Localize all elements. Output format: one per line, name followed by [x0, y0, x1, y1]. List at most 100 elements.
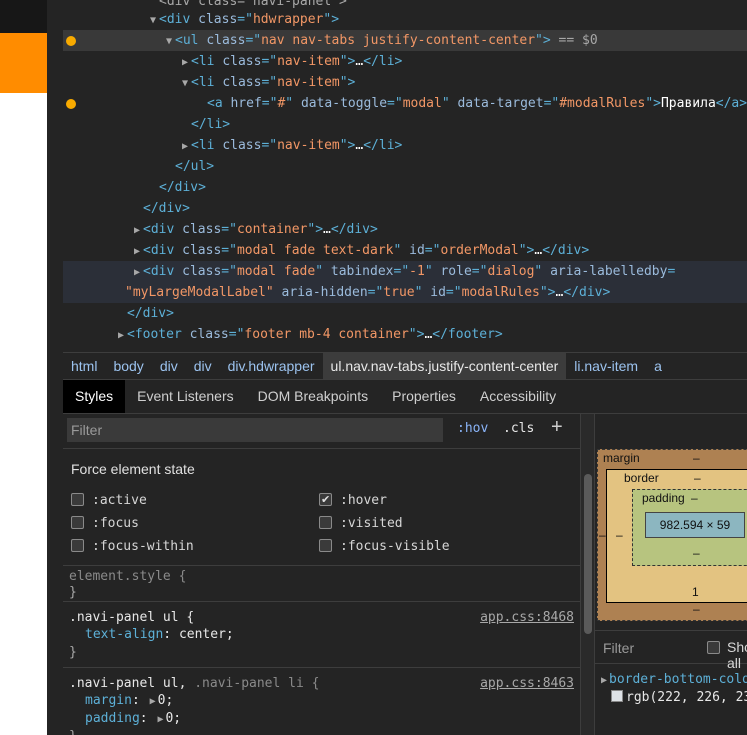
- expand-shorthand-icon[interactable]: ▶: [155, 711, 165, 729]
- css-property-name[interactable]: margin: [69, 693, 132, 708]
- css-property-value[interactable]: 0;: [165, 711, 181, 726]
- expand-node-icon[interactable]: ▶: [115, 325, 127, 346]
- dom-token: =": [261, 75, 278, 90]
- expand-computed-icon[interactable]: ▶: [599, 675, 609, 686]
- dom-node-row[interactable]: </ul>: [63, 156, 747, 177]
- dom-node-row[interactable]: ▶ <li class="nav-item">…</li>: [63, 51, 747, 72]
- checkbox[interactable]: [71, 539, 84, 552]
- dom-token: modal: [402, 96, 442, 111]
- padding-top-value[interactable]: –: [691, 491, 698, 505]
- color-swatch-icon[interactable]: [611, 690, 623, 702]
- css-property-name[interactable]: text-align: [69, 627, 163, 642]
- checkbox[interactable]: [319, 516, 332, 529]
- dom-token: footer mb-4 container: [244, 327, 409, 342]
- expand-node-icon[interactable]: ▶: [131, 262, 143, 283]
- css-property-value[interactable]: center;: [179, 627, 234, 642]
- dom-node-row[interactable]: </div>: [63, 177, 747, 198]
- style-rule-navi-panel-ul[interactable]: .navi-panel ul { app.css:8468 text-align…: [63, 604, 580, 668]
- breadcrumb-item[interactable]: body: [105, 353, 151, 379]
- dom-token: <a: [207, 96, 231, 111]
- computed-property-value: rgb(222, 226, 230): [626, 690, 747, 705]
- cls-toggle-button[interactable]: .cls: [503, 421, 534, 436]
- dom-node-row[interactable]: ▶ <div class="modal fade text-dark" id="o…: [63, 240, 747, 261]
- style-rule-navi-panel-ul-li[interactable]: .navi-panel ul, .navi-panel li { app.css…: [63, 670, 580, 735]
- force-state-hover[interactable]: :hover: [319, 489, 387, 510]
- checkbox-label: :active: [92, 493, 147, 508]
- dom-node-row[interactable]: ▼ <div class="hdwrapper">: [63, 9, 747, 30]
- tab-event-listeners[interactable]: Event Listeners: [125, 380, 246, 413]
- tab-properties[interactable]: Properties: [380, 380, 468, 413]
- box-model-padding[interactable]: padding – – 982.594 × 59: [632, 489, 747, 566]
- styles-scrollbar[interactable]: [580, 414, 594, 735]
- breadcrumb-item[interactable]: div: [152, 353, 186, 379]
- dom-token: <div class="navi-panel">: [159, 0, 347, 9]
- new-style-rule-button[interactable]: +: [551, 416, 563, 439]
- dom-node-row[interactable]: "myLargeModalLabel" aria-hidden="true" i…: [63, 282, 747, 303]
- expand-node-icon[interactable]: ▶: [179, 52, 191, 73]
- border-left-value[interactable]: –: [616, 528, 623, 542]
- expand-node-icon[interactable]: ▶: [131, 220, 143, 241]
- checkbox[interactable]: [71, 493, 84, 506]
- checkbox[interactable]: [71, 516, 84, 529]
- page-header-strip: [0, 0, 47, 33]
- dom-token: data-target: [457, 96, 544, 111]
- expand-shorthand-icon[interactable]: ▶: [148, 693, 158, 711]
- rule-source-link[interactable]: app.css:8468: [480, 609, 574, 627]
- dom-node-row[interactable]: </div>: [63, 198, 747, 219]
- elements-tree: <div class="navi-panel"> ▼ <div class="hdw…: [63, 0, 747, 350]
- border-bottom-value[interactable]: 1: [692, 585, 699, 599]
- tab-styles[interactable]: Styles: [63, 380, 126, 413]
- css-property-value[interactable]: 0;: [158, 693, 174, 708]
- dom-node-row[interactable]: ▶ <footer class="footer mb-4 container">……: [63, 324, 747, 345]
- breadcrumb-item[interactable]: html: [63, 353, 105, 379]
- rule-source-link[interactable]: app.css:8463: [480, 675, 574, 693]
- dom-token: modal fade: [236, 264, 316, 279]
- show-all-checkbox[interactable]: [707, 641, 720, 654]
- box-model-border[interactable]: border – – 1 padding – – 982.594 × 59: [606, 469, 747, 603]
- dom-node-row[interactable]: </div>: [63, 303, 747, 324]
- breadcrumb-item[interactable]: li.nav-item: [566, 353, 646, 379]
- dom-node-row[interactable]: ▶ <li class="nav-item">…</li>: [63, 135, 747, 156]
- checkbox[interactable]: [319, 539, 332, 552]
- computed-filter-input[interactable]: [603, 638, 693, 658]
- padding-bottom-value[interactable]: –: [693, 546, 700, 560]
- margin-top-value[interactable]: –: [693, 451, 700, 465]
- styles-pane: :hov .cls + Force element state :active:…: [63, 414, 580, 735]
- dom-node-row[interactable]: <a href="#" data-toggle="modal" data-tar…: [63, 93, 747, 114]
- scroll-thumb[interactable]: [584, 474, 592, 634]
- dom-node-row[interactable]: ▼ <ul class="nav nav-tabs justify-content…: [63, 30, 747, 51]
- expand-node-icon[interactable]: ▶: [179, 136, 191, 157]
- force-state-focus-within[interactable]: :focus-within: [71, 535, 194, 555]
- margin-left-value[interactable]: –: [599, 528, 606, 542]
- collapse-node-icon[interactable]: ▼: [147, 10, 159, 31]
- border-top-value[interactable]: –: [694, 471, 701, 485]
- breadcrumb-item[interactable]: div.hdwrapper: [220, 353, 323, 379]
- checkbox[interactable]: [319, 490, 332, 510]
- box-model-content[interactable]: 982.594 × 59: [645, 512, 745, 538]
- dom-node-row[interactable]: ▶ <div class="container">…</div>: [63, 219, 747, 240]
- expand-node-icon[interactable]: ▶: [131, 241, 143, 262]
- css-property-name[interactable]: padding: [69, 711, 140, 726]
- force-state-active[interactable]: :active: [71, 489, 147, 509]
- breadcrumb-item[interactable]: div: [186, 353, 220, 379]
- computed-property-row[interactable]: ▶ border-bottom-color: [599, 672, 747, 687]
- hov-toggle-button[interactable]: :hov: [457, 421, 488, 436]
- force-state-focus[interactable]: :focus: [71, 512, 139, 532]
- force-state-focus-visible[interactable]: :focus-visible: [319, 535, 450, 555]
- element-style-rule[interactable]: element.style { }: [63, 566, 580, 602]
- box-model-margin[interactable]: margin – – – border – – 1 padding – – 98…: [597, 449, 747, 621]
- force-state-visited[interactable]: :visited: [319, 512, 403, 532]
- tab-dom-breakpoints[interactable]: DOM Breakpoints: [246, 380, 380, 413]
- margin-bottom-value[interactable]: –: [693, 602, 700, 616]
- dom-node-row[interactable]: </li>: [63, 114, 747, 135]
- dom-node-row[interactable]: ▼ <li class="nav-item">: [63, 72, 747, 93]
- styles-filter-input[interactable]: [67, 418, 443, 442]
- devtools-divider[interactable]: [47, 0, 63, 735]
- breadcrumb-item[interactable]: ul.nav.nav-tabs.justify-content-center: [322, 353, 567, 379]
- dom-node-row[interactable]: ▶ <div class="modal fade" tabindex="-1" r…: [63, 261, 747, 282]
- breadcrumb-item[interactable]: a: [646, 353, 670, 379]
- collapse-node-icon[interactable]: ▼: [163, 31, 175, 52]
- dom-token: class: [198, 12, 238, 27]
- tab-accessibility[interactable]: Accessibility: [468, 380, 568, 413]
- collapse-node-icon[interactable]: ▼: [179, 73, 191, 94]
